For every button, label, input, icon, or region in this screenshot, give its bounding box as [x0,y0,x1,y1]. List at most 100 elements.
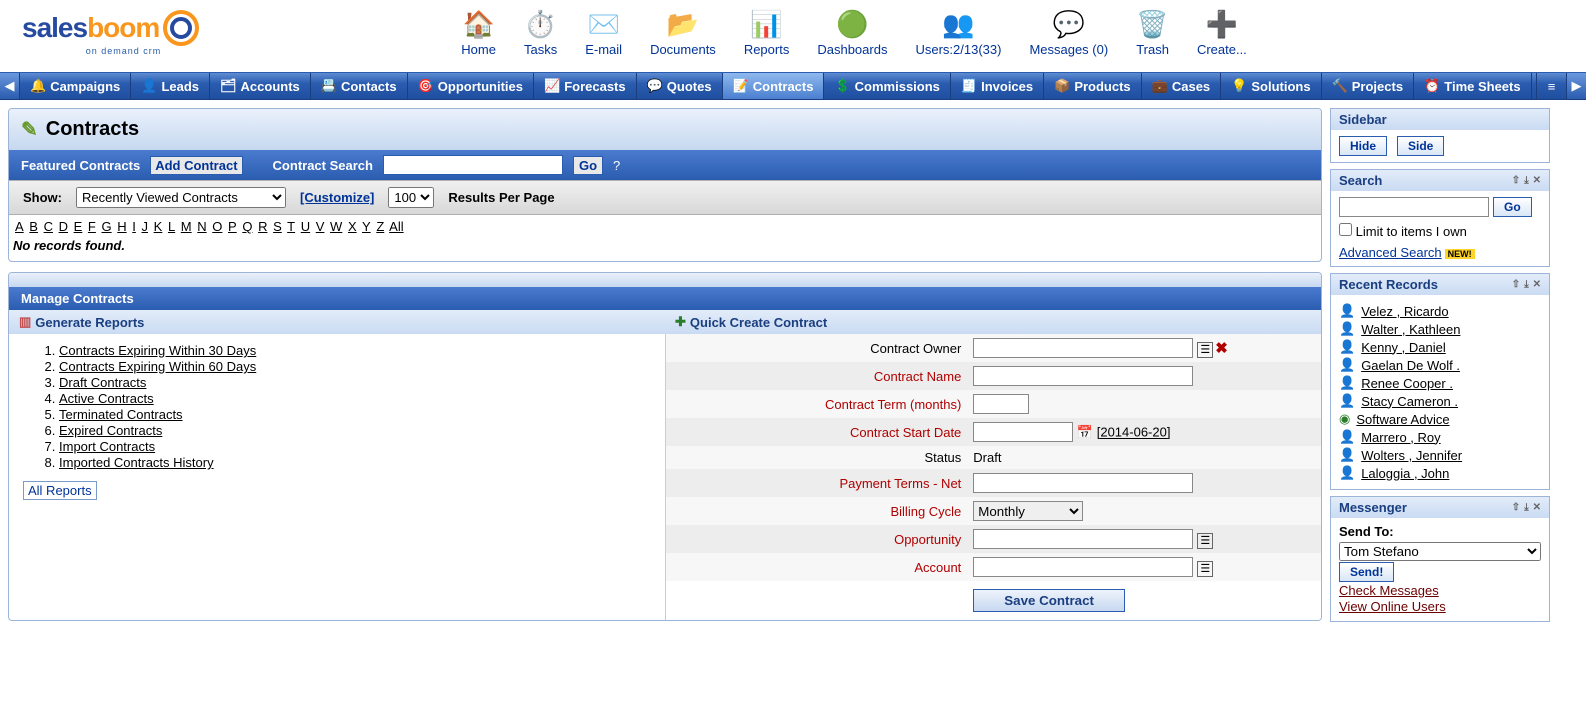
acct-input[interactable] [973,557,1193,577]
topnav-documents[interactable]: 📂Documents [650,8,716,57]
acct-lookup-icon[interactable]: ☰ [1197,561,1213,577]
close-icon[interactable]: ✕ [1533,175,1541,186]
topnav-create-[interactable]: ➕Create... [1197,8,1247,57]
sendto-select[interactable]: Tom Stefano [1339,542,1541,561]
owner-input[interactable] [973,338,1193,358]
min-icon[interactable]: ⤓ [1524,502,1528,513]
term-input[interactable] [973,394,1029,414]
side-button[interactable]: Side [1397,136,1444,156]
az-k[interactable]: K [154,219,163,234]
tabs-scroll-left[interactable]: ◀ [0,73,20,99]
billing-select[interactable]: Monthly [973,501,1083,521]
az-v[interactable]: V [316,219,325,234]
help-icon[interactable]: ? [613,158,620,173]
owner-lookup-icon[interactable]: ☰ [1197,342,1213,358]
az-o[interactable]: O [212,219,222,234]
recent-record-link[interactable]: Renee Cooper . [1361,376,1453,391]
tab-quotes[interactable]: 💬Quotes [637,73,723,99]
report-link[interactable]: Contracts Expiring Within 30 Days [59,343,256,358]
pin-icon[interactable]: ⇧ [1512,175,1520,186]
topnav-e-mail[interactable]: ✉️E-mail [585,8,622,57]
all-reports-link[interactable]: All Reports [23,481,97,500]
sidebar-search-input[interactable] [1339,197,1489,217]
report-link[interactable]: Contracts Expiring Within 60 Days [59,359,256,374]
topnav-dashboards[interactable]: 🟢Dashboards [817,8,887,57]
az-m[interactable]: M [181,219,192,234]
advanced-search-link[interactable]: Advanced Search [1339,245,1442,260]
topnav-trash[interactable]: 🗑️Trash [1136,8,1169,57]
pin-icon[interactable]: ⇧ [1512,279,1520,290]
recent-record-link[interactable]: Marrero , Roy [1361,430,1440,445]
tab-contacts[interactable]: 📇Contacts [311,73,408,99]
az-r[interactable]: R [258,219,267,234]
limit-checkbox[interactable] [1339,223,1352,236]
show-select[interactable]: Recently Viewed Contracts [76,187,286,208]
tab-campaigns[interactable]: 🔔Campaigns [20,73,131,99]
tab-invoices[interactable]: 🧾Invoices [951,73,1044,99]
report-link[interactable]: Active Contracts [59,391,154,406]
recent-record-link[interactable]: Velez , Ricardo [1361,304,1448,319]
opp-input[interactable] [973,529,1193,549]
tab-projects[interactable]: 🔨Projects [1322,73,1415,99]
az-f[interactable]: F [88,219,96,234]
topnav-users-[interactable]: 👥Users:2/13(33) [915,8,1001,57]
recent-record-link[interactable]: Gaelan De Wolf . [1361,358,1460,373]
az-i[interactable]: I [132,219,136,234]
online-users-link[interactable]: View Online Users [1339,599,1541,614]
customize-link[interactable]: [Customize] [300,190,374,205]
owner-clear-icon[interactable]: ✖ [1215,340,1228,357]
recent-record-link[interactable]: Software Advice [1356,412,1449,427]
az-t[interactable]: T [287,219,295,234]
logo[interactable]: salesboom [22,8,201,48]
topnav-messages-[interactable]: 💬Messages (0) [1029,8,1108,57]
az-h[interactable]: H [117,219,126,234]
az-b[interactable]: B [29,219,38,234]
start-date-hint[interactable]: [2014-06-20] [1097,425,1171,440]
tab-solutions[interactable]: 💡Solutions [1221,73,1321,99]
az-d[interactable]: D [59,219,68,234]
az-q[interactable]: Q [242,219,252,234]
perpage-select[interactable]: 100 [388,187,434,208]
recent-record-link[interactable]: Stacy Cameron . [1361,394,1458,409]
az-g[interactable]: G [102,219,112,234]
contract-search-input[interactable] [383,155,563,175]
tab-contracts[interactable]: 📝Contracts [723,73,825,99]
recent-record-link[interactable]: Wolters , Jennifer [1361,448,1462,463]
az-u[interactable]: U [301,219,310,234]
close-icon[interactable]: ✕ [1533,279,1541,290]
tab-time-sheets[interactable]: ⏰Time Sheets [1414,73,1532,99]
az-w[interactable]: W [330,219,342,234]
start-input[interactable] [973,422,1073,442]
tabs-scroll-right[interactable]: ▶ [1566,73,1586,99]
report-link[interactable]: Draft Contracts [59,375,146,390]
recent-record-link[interactable]: Walter , Kathleen [1361,322,1460,337]
tabs-menu-button[interactable]: ≡ [1536,73,1566,99]
report-link[interactable]: Imported Contracts History [59,455,214,470]
az-e[interactable]: E [74,219,83,234]
az-c[interactable]: C [44,219,53,234]
contract-search-go-button[interactable]: Go [573,156,603,175]
topnav-tasks[interactable]: ⏱️Tasks [524,8,557,57]
az-j[interactable]: J [142,219,149,234]
check-messages-link[interactable]: Check Messages [1339,583,1541,598]
hide-button[interactable]: Hide [1339,136,1387,156]
report-link[interactable]: Expired Contracts [59,423,162,438]
az-y[interactable]: Y [362,219,371,234]
calendar-icon[interactable]: 📅 [1077,425,1093,440]
close-icon[interactable]: ✕ [1533,502,1541,513]
send-button[interactable]: Send! [1339,562,1394,582]
az-p[interactable]: P [228,219,237,234]
name-input[interactable] [973,366,1193,386]
tab-commissions[interactable]: 💲Commissions [824,73,950,99]
topnav-reports[interactable]: 📊Reports [744,8,790,57]
opp-lookup-icon[interactable]: ☰ [1197,533,1213,549]
pay-input[interactable] [973,473,1193,493]
save-contract-button[interactable]: Save Contract [973,589,1125,612]
az-s[interactable]: S [273,219,282,234]
tab-forecasts[interactable]: 📈Forecasts [534,73,637,99]
tab-accounts[interactable]: 🗂Accounts [210,73,311,99]
az-x[interactable]: X [348,219,357,234]
report-link[interactable]: Terminated Contracts [59,407,183,422]
tab-products[interactable]: 📦Products [1044,73,1142,99]
min-icon[interactable]: ⤓ [1524,279,1528,290]
